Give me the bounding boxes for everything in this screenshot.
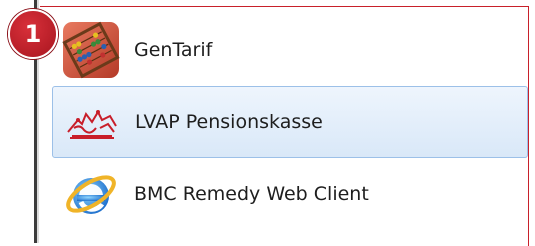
- program-item-gentarif[interactable]: GenTarif: [52, 14, 528, 86]
- internet-explorer-icon: [60, 163, 122, 225]
- callout-number-badge: 1: [8, 9, 58, 59]
- pensionskasse-logo-icon: [61, 91, 123, 153]
- program-list: GenTarif LVAP Pensionskasse BMC Remedy W…: [52, 14, 528, 230]
- program-item-bmc-remedy-web-client[interactable]: BMC Remedy Web Client: [52, 158, 528, 230]
- program-item-lvap-pensionskasse[interactable]: LVAP Pensionskasse: [52, 86, 528, 158]
- program-label-gentarif: GenTarif: [134, 39, 213, 61]
- abacus-icon: [60, 19, 122, 81]
- program-label-bmc-remedy-web-client: BMC Remedy Web Client: [134, 183, 369, 205]
- program-label-lvap-pensionskasse: LVAP Pensionskasse: [135, 111, 323, 133]
